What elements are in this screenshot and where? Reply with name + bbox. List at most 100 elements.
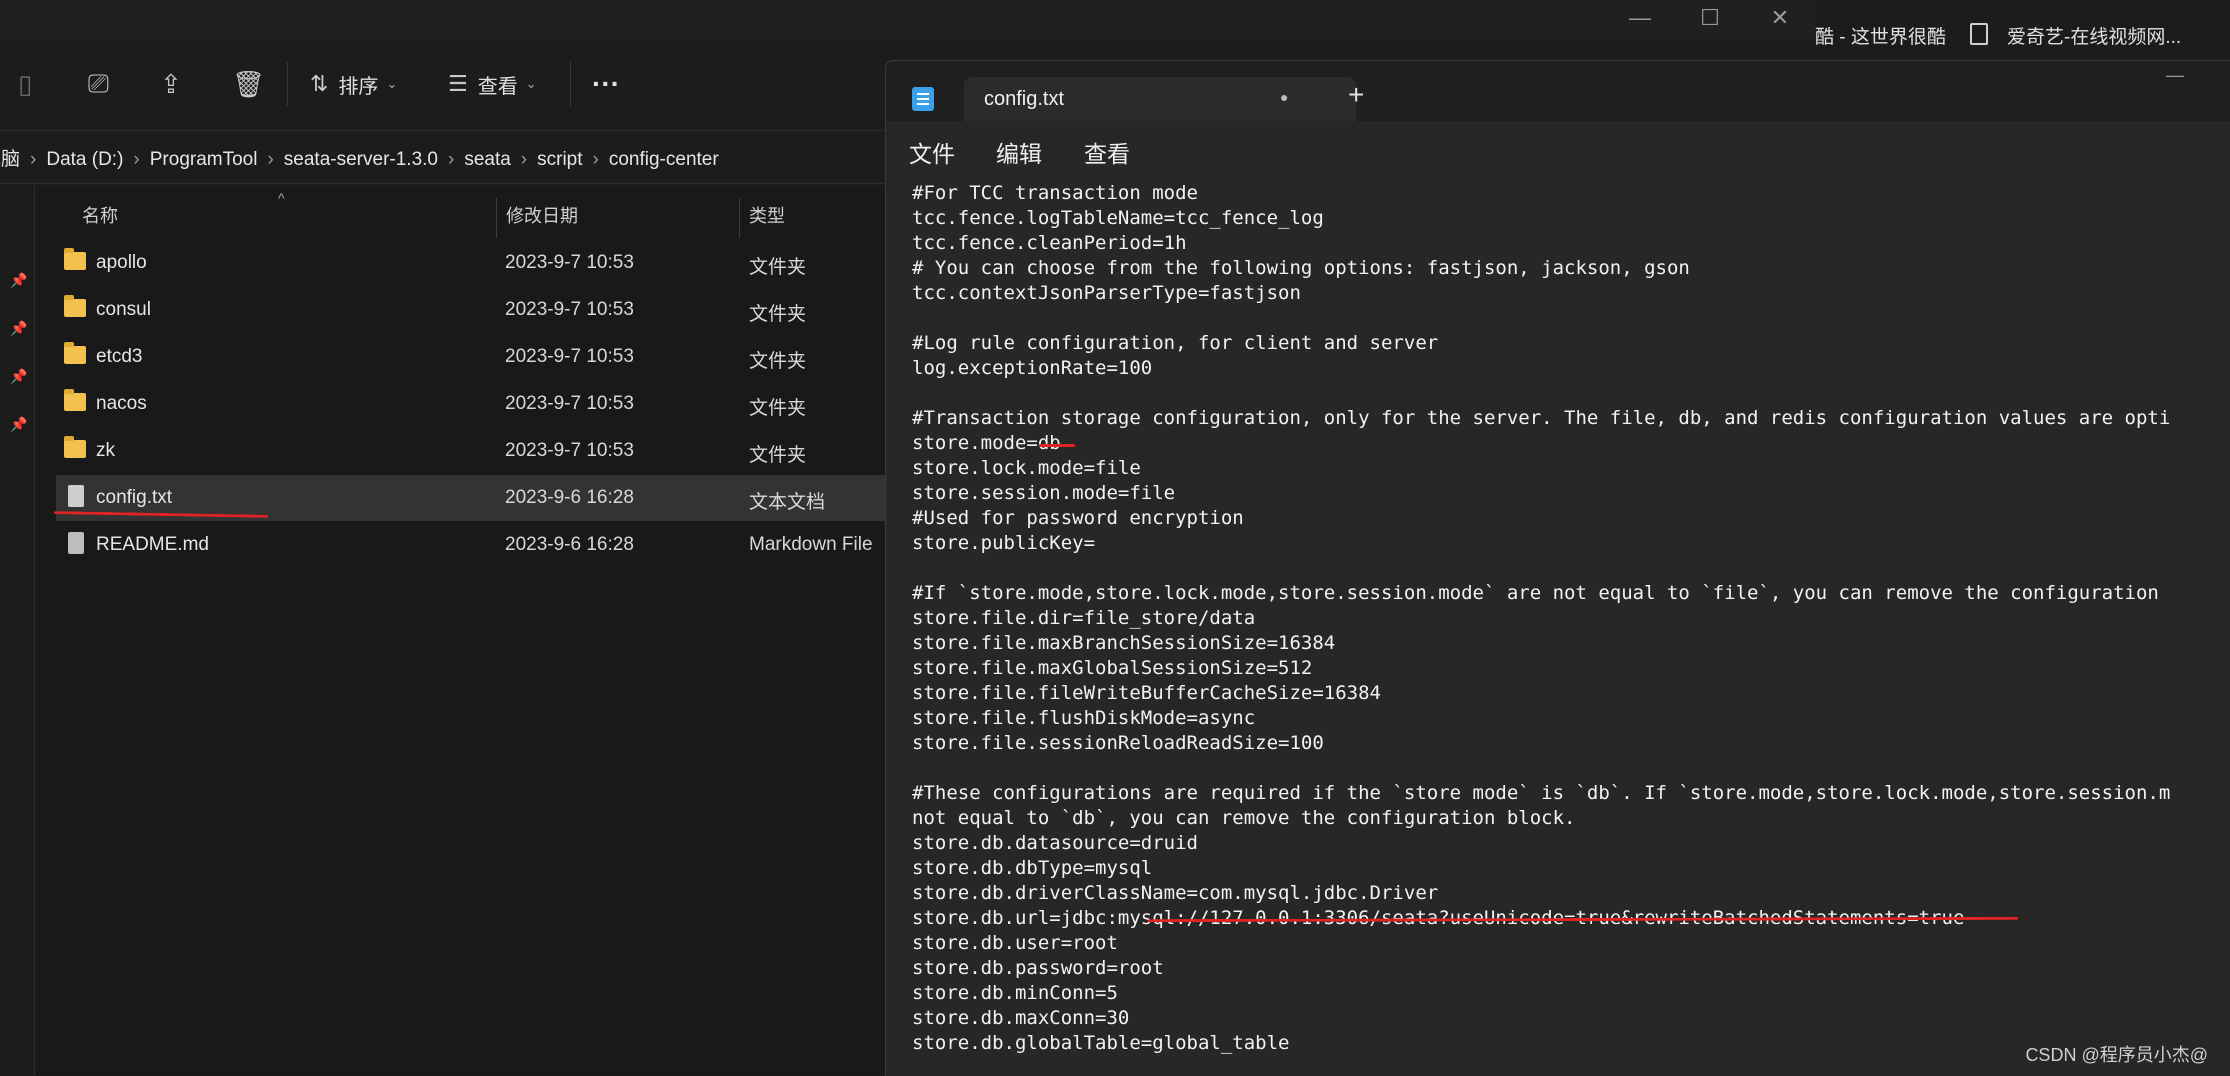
- tab-config-txt[interactable]: config.txt ●: [964, 77, 1356, 121]
- file-name: config.txt: [96, 487, 173, 508]
- breadcrumb: 电脑 › Data (D:) › ProgramTool › seata-server-1.…: [0, 144, 719, 171]
- toolbar-divider: [287, 62, 288, 106]
- paste-button[interactable]: ▯: [18, 64, 32, 104]
- editor-line: log.exceptionRate=100: [912, 357, 1153, 379]
- folder-icon: [64, 248, 86, 270]
- editor-content: #For TCC transaction mode tcc.fence.logTa…: [912, 181, 2170, 1056]
- editor-line: store.db.user=root: [912, 932, 1118, 954]
- file-row-readme[interactable]: README.md 2023-9-6 16:28 Markdown File: [56, 522, 896, 568]
- file-row-consul[interactable]: consul 2023-9-7 10:53 文件夹: [56, 287, 896, 333]
- breadcrumb-item[interactable]: seata-server-1.3.0: [284, 149, 438, 170]
- breadcrumb-separator: ›: [267, 149, 274, 170]
- file-date: 2023-9-7 10:53: [505, 440, 634, 461]
- file-name: apollo: [96, 252, 147, 273]
- menu-file[interactable]: 文件: [909, 135, 955, 169]
- editor-line: store.db.globalTable=global_table: [912, 1032, 1290, 1054]
- rename-button[interactable]: ⎚: [88, 64, 109, 104]
- editor-line: store.db.dbType=mysql: [912, 857, 1153, 879]
- view-button[interactable]: ☰ 查看 ⌄: [448, 64, 537, 104]
- folder-icon: [64, 295, 86, 317]
- file-date: 2023-9-7 10:53: [505, 252, 634, 273]
- more-options-button[interactable]: ···: [592, 64, 620, 104]
- notepad-window: config.txt ● + — 文件 编辑 查看 #For TCC trans…: [885, 60, 2230, 1076]
- browser-tab-strip: 酷 - 这世界很酷 爱奇艺-在线视频网...: [1815, 0, 2230, 60]
- file-name: consul: [96, 299, 151, 320]
- breadcrumb-item[interactable]: script: [537, 149, 582, 170]
- browser-tab[interactable]: 爱奇艺-在线视频网...: [2007, 22, 2181, 49]
- file-type: 文件夹: [749, 351, 807, 372]
- page-icon: [1970, 23, 1988, 45]
- unsaved-dot-icon[interactable]: ●: [1280, 89, 1288, 105]
- file-list: 名称 ^ 修改日期 类型 apollo 2023-9-7 10:53 文件夹 c…: [36, 190, 896, 1075]
- share-button[interactable]: ⇪: [160, 64, 182, 104]
- new-tab-button[interactable]: +: [1348, 79, 1364, 111]
- editor-line: store.file.sessionReloadReadSize=100: [912, 732, 1324, 754]
- browser-tab[interactable]: 酷 - 这世界很酷: [1815, 22, 1946, 49]
- editor-line: store.file.dir=file_store/data: [912, 607, 1256, 629]
- editor-line: store.lock.mode=file: [912, 457, 1141, 479]
- file-row-apollo[interactable]: apollo 2023-9-7 10:53 文件夹: [56, 240, 896, 286]
- editor-line: store.file.maxGlobalSessionSize=512: [912, 657, 1313, 679]
- editor-line: #Used for password encryption: [912, 507, 1244, 529]
- breadcrumb-separator: ›: [592, 149, 599, 170]
- watermark: CSDN @程序员小杰@: [2025, 1045, 2208, 1065]
- column-header-modified[interactable]: 修改日期: [506, 202, 578, 228]
- markdown-file-icon: [68, 532, 84, 554]
- minimize-button[interactable]: —: [1605, 0, 1675, 36]
- file-row-etcd3[interactable]: etcd3 2023-9-7 10:53 文件夹: [56, 334, 896, 380]
- explorer-toolbar: ▯ ⎚ ⇪ 🗑 ⇅ 排序 ⌄ ☰ 查看 ⌄ ···: [0, 44, 890, 124]
- pin-icon[interactable]: 📌: [10, 272, 27, 289]
- pin-icon[interactable]: 📌: [10, 320, 27, 337]
- breadcrumb-item[interactable]: 电脑: [0, 149, 20, 170]
- breadcrumb-item[interactable]: config-center: [609, 149, 719, 170]
- text-editor[interactable]: #For TCC transaction mode tcc.fence.logTa…: [886, 177, 2230, 1076]
- delete-button[interactable]: 🗑: [232, 64, 265, 104]
- editor-line: not equal to `db`, you can remove the co…: [912, 807, 1576, 829]
- address-bar[interactable]: 电脑 › Data (D:) › ProgramTool › seata-server-1.…: [0, 130, 890, 184]
- rename-icon: ⎚: [88, 68, 109, 98]
- file-type: 文件夹: [749, 445, 807, 466]
- editor-line: tcc.contextJsonParserType=fastjson: [912, 282, 1301, 304]
- notepad-app-icon: [912, 87, 934, 111]
- editor-line: tcc.fence.cleanPeriod=1h: [912, 232, 1187, 254]
- editor-line: store.publicKey=: [912, 532, 1096, 554]
- tab-title: config.txt: [984, 88, 1065, 110]
- menu-edit[interactable]: 编辑: [996, 135, 1042, 169]
- sort-button[interactable]: ⇅ 排序 ⌄: [310, 64, 397, 104]
- maximize-button[interactable]: ☐: [1675, 0, 1745, 36]
- column-header-name[interactable]: 名称: [82, 202, 118, 228]
- file-date: 2023-9-7 10:53: [505, 393, 634, 414]
- breadcrumb-item[interactable]: Data (D:): [46, 149, 123, 170]
- pin-icon[interactable]: 📌: [10, 368, 27, 385]
- file-date: 2023-9-7 10:53: [505, 346, 634, 367]
- editor-line: #For TCC transaction mode: [912, 182, 1198, 204]
- column-header-type[interactable]: 类型: [749, 202, 785, 228]
- close-button[interactable]: ✕: [1745, 0, 1815, 36]
- breadcrumb-item[interactable]: ProgramTool: [150, 149, 258, 170]
- pin-icon[interactable]: 📌: [10, 416, 27, 433]
- view-label: 查看: [477, 75, 518, 98]
- file-date: 2023-9-7 10:53: [505, 299, 634, 320]
- file-date: 2023-9-6 16:28: [505, 534, 634, 555]
- editor-line: #Transaction storage configuration, only…: [912, 407, 2171, 429]
- sort-icon: ⇅: [310, 71, 329, 96]
- file-row-zk[interactable]: zk 2023-9-7 10:53 文件夹: [56, 428, 896, 474]
- navigation-pane: 📌 📌 📌 📌: [0, 185, 35, 1075]
- notepad-minimize-button[interactable]: —: [2166, 65, 2184, 86]
- sort-ascending-icon: ^: [278, 190, 285, 206]
- file-row-nacos[interactable]: nacos 2023-9-7 10:53 文件夹: [56, 381, 896, 427]
- column-divider[interactable]: [496, 198, 497, 238]
- breadcrumb-item[interactable]: seata: [464, 149, 510, 170]
- file-type: 文本文档: [749, 492, 826, 513]
- clipboard-icon: ▯: [18, 68, 33, 99]
- folder-icon: [64, 342, 86, 364]
- column-divider[interactable]: [739, 198, 740, 238]
- file-name: README.md: [96, 534, 209, 555]
- explorer-titlebar: — ☐ ✕: [0, 0, 1815, 40]
- chevron-down-icon: ⌄: [525, 76, 537, 91]
- menu-view[interactable]: 查看: [1084, 135, 1130, 169]
- editor-line: store.db.maxConn=30: [912, 1007, 1130, 1029]
